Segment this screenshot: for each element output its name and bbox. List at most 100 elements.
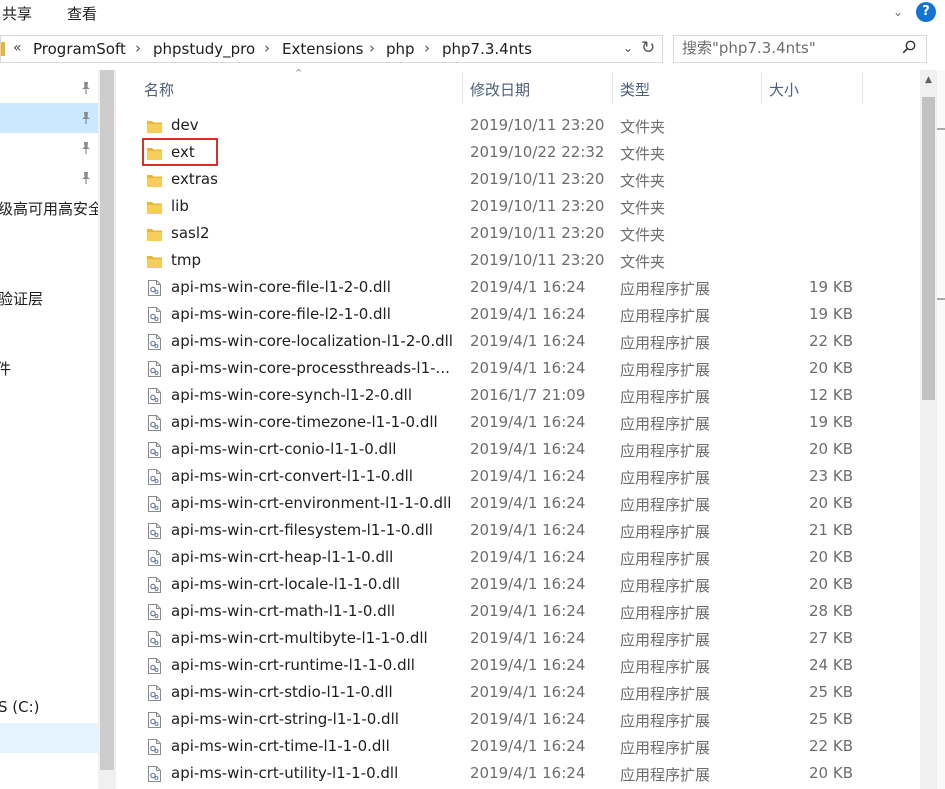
dll-file-icon xyxy=(147,496,162,512)
folder-row[interactable]: dev 2019/10/11 23:20 文件夹 xyxy=(142,113,862,140)
file-row[interactable]: api-ms-win-crt-conio-l1-1-0.dll 2019/4/1 … xyxy=(142,437,862,464)
file-name: api-ms-win-crt-filesystem-l1-1-0.dll xyxy=(171,521,433,539)
breadcrumb-overflow[interactable]: « xyxy=(13,40,22,56)
file-size: 23 KB xyxy=(809,467,853,485)
nav-scrollbar-thumb[interactable] xyxy=(100,70,114,770)
pin-icon[interactable] xyxy=(80,81,92,95)
file-type: 文件夹 xyxy=(620,172,666,190)
file-type: 应用程序扩展 xyxy=(620,307,711,325)
file-row[interactable]: api-ms-win-core-file-l1-2-0.dll 2019/4/1 … xyxy=(142,275,862,302)
file-name: api-ms-win-crt-multibyte-l1-1-0.dll xyxy=(171,629,428,647)
nav-item-quick-access[interactable] xyxy=(0,103,98,133)
file-row[interactable]: api-ms-win-crt-filesystem-l1-1-0.dll 2019… xyxy=(142,518,862,545)
file-name: sasl2 xyxy=(171,224,210,242)
file-size: 20 KB xyxy=(809,548,853,566)
tab-view[interactable]: 查看 xyxy=(67,3,97,24)
chevron-down-icon[interactable]: ⌄ xyxy=(623,41,633,55)
file-row[interactable]: api-ms-win-crt-string-l1-1-0.dll 2019/4/1… xyxy=(142,707,862,734)
file-date: 2019/10/11 23:20 xyxy=(470,116,605,134)
search-input[interactable] xyxy=(682,39,897,57)
refresh-icon[interactable]: ↻ xyxy=(641,38,655,58)
folder-row[interactable]: ext 2019/10/22 22:32 文件夹 xyxy=(142,140,862,167)
address-bar[interactable]: « ProgramSoft › phpstudy_pro › Extension… xyxy=(0,35,663,63)
file-list: ⌃ 名称 修改日期 类型 大小 dev 2019/10/11 23:20 文件夹 ex… xyxy=(116,67,920,789)
folder-row[interactable]: lib 2019/10/11 23:20 文件夹 xyxy=(142,194,862,221)
nav-item-drive[interactable] xyxy=(0,723,98,753)
file-date: 2019/4/1 16:24 xyxy=(470,440,586,458)
file-size: 24 KB xyxy=(809,656,853,674)
breadcrumb-phpstudy-pro[interactable]: phpstudy_pro xyxy=(153,40,255,58)
column-divider[interactable] xyxy=(862,72,863,104)
file-date: 2019/4/1 16:24 xyxy=(470,278,586,296)
file-row[interactable]: api-ms-win-crt-runtime-l1-1-0.dll 2019/4/… xyxy=(142,653,862,680)
file-row[interactable]: api-ms-win-crt-environment-l1-1-0.dll 201… xyxy=(142,491,862,518)
file-size: 20 KB xyxy=(809,494,853,512)
nav-item-folder[interactable]: 级高可用高安全 xyxy=(0,193,98,223)
search-icon[interactable] xyxy=(902,40,916,54)
dll-file-icon xyxy=(147,739,162,755)
main-scrollbar[interactable]: ▲ xyxy=(920,70,937,789)
column-header-size[interactable]: 大小 xyxy=(769,79,799,100)
breadcrumb-separator[interactable]: › xyxy=(424,39,430,57)
file-name: api-ms-win-core-processthreads-l1-... xyxy=(171,359,450,377)
breadcrumb-php734nts[interactable]: php7.3.4nts xyxy=(442,40,532,58)
help-icon[interactable]: ? xyxy=(916,2,936,22)
nav-item-quick-access[interactable] xyxy=(0,163,98,193)
breadcrumb-extensions[interactable]: Extensions xyxy=(282,40,363,58)
file-date: 2019/10/22 22:32 xyxy=(470,143,605,161)
folder-row[interactable]: tmp 2019/10/11 23:20 文件夹 xyxy=(142,248,862,275)
breadcrumb-programsoft[interactable]: ProgramSoft xyxy=(33,40,126,58)
main-scrollbar-thumb[interactable] xyxy=(922,97,935,400)
pin-icon[interactable] xyxy=(80,141,92,155)
chevron-down-icon[interactable]: ⌄ xyxy=(888,2,908,22)
column-header-type[interactable]: 类型 xyxy=(620,79,650,100)
breadcrumb-separator[interactable]: › xyxy=(135,39,141,57)
file-row[interactable]: api-ms-win-crt-stdio-l1-1-0.dll 2019/4/1 … xyxy=(142,680,862,707)
file-row[interactable]: api-ms-win-crt-math-l1-1-0.dll 2019/4/1 1… xyxy=(142,599,862,626)
file-row[interactable]: api-ms-win-core-timezone-l1-1-0.dll 2019/… xyxy=(142,410,862,437)
nav-item-quick-access[interactable] xyxy=(0,73,98,103)
column-divider[interactable] xyxy=(761,72,762,104)
column-header-date[interactable]: 修改日期 xyxy=(470,79,530,100)
nav-scrollbar[interactable] xyxy=(98,70,116,789)
file-row[interactable]: api-ms-win-core-localization-l1-2-0.dll 2… xyxy=(142,329,862,356)
file-row[interactable]: api-ms-win-crt-convert-l1-1-0.dll 2019/4/… xyxy=(142,464,862,491)
folder-row[interactable]: sasl2 2019/10/11 23:20 文件夹 xyxy=(142,221,862,248)
pin-icon[interactable] xyxy=(80,171,92,185)
file-row[interactable]: api-ms-win-core-processthreads-l1-... 201… xyxy=(142,356,862,383)
file-row[interactable]: api-ms-win-crt-utility-l1-1-0.dll 2019/4/… xyxy=(142,761,862,788)
folder-row[interactable]: extras 2019/10/11 23:20 文件夹 xyxy=(142,167,862,194)
breadcrumb-php[interactable]: php xyxy=(386,40,415,58)
file-type: 应用程序扩展 xyxy=(620,712,711,730)
file-type: 文件夹 xyxy=(620,226,666,244)
file-name: api-ms-win-crt-string-l1-1-0.dll xyxy=(171,710,399,728)
file-date: 2019/4/1 16:24 xyxy=(470,521,586,539)
column-divider[interactable] xyxy=(612,72,613,104)
column-divider[interactable] xyxy=(462,72,463,104)
nav-item-drive-c[interactable]: S (C:) xyxy=(0,693,98,723)
nav-item-folder[interactable]: 验证层 xyxy=(0,283,98,313)
nav-item-quick-access[interactable] xyxy=(0,133,98,163)
nav-item-folder[interactable]: 件 xyxy=(0,353,98,383)
dll-file-icon xyxy=(147,550,162,566)
file-row[interactable]: api-ms-win-crt-heap-l1-1-0.dll 2019/4/1 1… xyxy=(142,545,862,572)
folder-icon xyxy=(147,118,162,134)
column-header-name[interactable]: 名称 xyxy=(144,79,174,100)
file-row[interactable]: api-ms-win-core-file-l2-1-0.dll 2019/4/1 … xyxy=(142,302,862,329)
file-date: 2019/4/1 16:24 xyxy=(470,548,586,566)
tab-share[interactable]: 共享 xyxy=(2,3,32,24)
file-date: 2019/10/11 23:20 xyxy=(470,197,605,215)
pin-icon[interactable] xyxy=(80,111,92,125)
file-row[interactable]: api-ms-win-core-synch-l1-2-0.dll 2016/1/7… xyxy=(142,383,862,410)
dll-file-icon xyxy=(147,712,162,728)
file-type: 应用程序扩展 xyxy=(620,739,711,757)
folder-icon xyxy=(147,226,162,242)
file-size: 20 KB xyxy=(809,359,853,377)
file-row[interactable]: api-ms-win-crt-locale-l1-1-0.dll 2019/4/1… xyxy=(142,572,862,599)
file-type: 应用程序扩展 xyxy=(620,442,711,460)
file-row[interactable]: api-ms-win-crt-multibyte-l1-1-0.dll 2019/… xyxy=(142,626,862,653)
breadcrumb-separator[interactable]: › xyxy=(369,39,375,57)
scroll-up-icon[interactable]: ▲ xyxy=(920,72,937,88)
file-row[interactable]: api-ms-win-crt-time-l1-1-0.dll 2019/4/1 1… xyxy=(142,734,862,761)
breadcrumb-separator[interactable]: › xyxy=(264,39,270,57)
